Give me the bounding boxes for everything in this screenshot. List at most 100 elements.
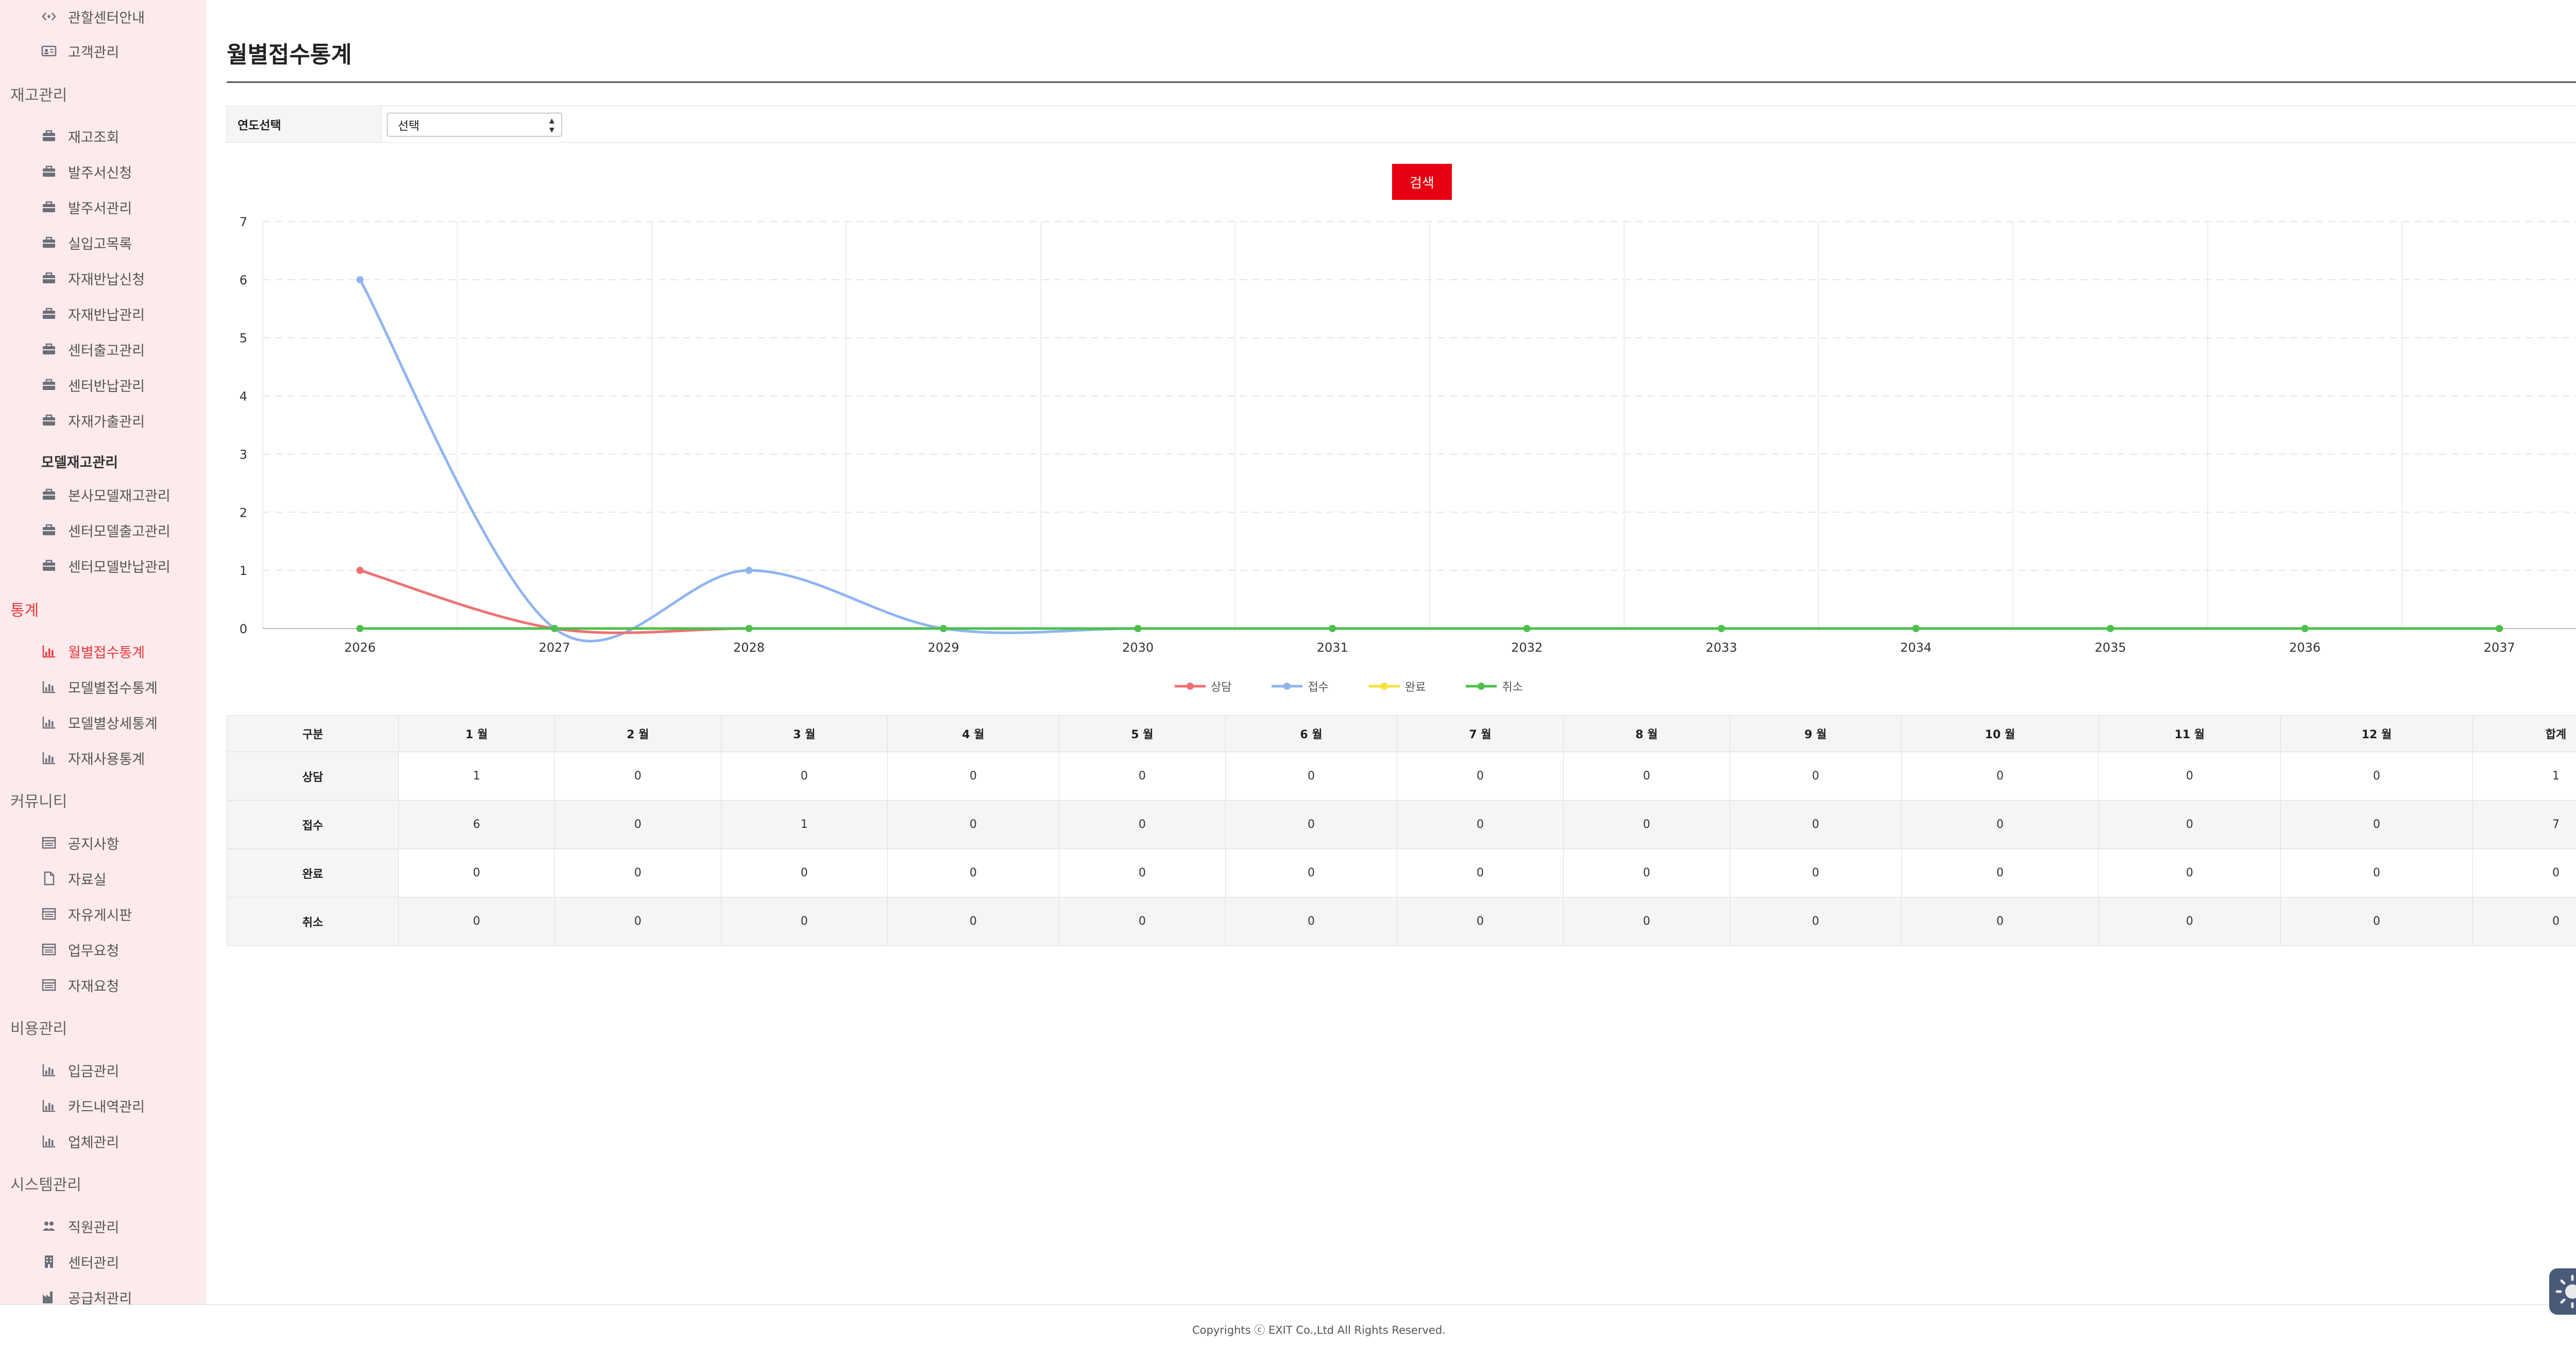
- table-cell: 0: [1563, 800, 1730, 849]
- sidebar-label: 센터모델출고관리: [68, 523, 171, 540]
- id-card-icon: [41, 43, 57, 59]
- bar-chart-icon: [41, 643, 57, 659]
- sidebar-item-0[interactable]: 관할센터안내: [0, 0, 206, 33]
- sidebar-label: 커뮤니티: [10, 793, 67, 811]
- sidebar-label: 공지사항: [68, 836, 120, 853]
- legend-item[interactable]: 취소: [1466, 678, 1523, 694]
- y-tick-label: 6: [240, 273, 247, 287]
- legend-label: 완료: [1404, 681, 1426, 694]
- table-row: 완료 0 0 0 0 0 0 0 0 0 0 0 0 0: [227, 848, 2576, 897]
- y-tick-label: 5: [240, 331, 247, 346]
- page-title: 월별접수통계: [227, 42, 352, 68]
- sidebar-item-23[interactable]: 자료실: [0, 862, 206, 895]
- briefcase-icon: [41, 235, 57, 250]
- data-point: [356, 567, 364, 574]
- table-cell: 0: [887, 848, 1059, 897]
- chart-grid: [262, 221, 2576, 629]
- settings-sun-icon: [2555, 1275, 2576, 1309]
- legend-item[interactable]: 완료: [1368, 678, 1426, 694]
- table-cell: 0: [2098, 848, 2281, 897]
- bar-chart-icon: [41, 750, 57, 766]
- sidebar-item-22[interactable]: 공지사항: [0, 826, 206, 859]
- bar-chart-icon: [41, 1133, 57, 1149]
- table-cell: 0: [721, 752, 888, 801]
- sidebar-item-19[interactable]: 모델별상세통계: [0, 706, 206, 739]
- column-header: 1 월: [398, 715, 555, 752]
- sidebar-item-33[interactable]: 센터관리: [0, 1245, 206, 1278]
- sidebar-item-6[interactable]: 실입고목록: [0, 226, 206, 259]
- legend-marker-icon: [1466, 683, 1497, 690]
- y-tick-label: 0: [240, 622, 247, 636]
- chart-legend: 상담 접수 완료 취소: [1175, 678, 1563, 694]
- briefcase-icon: [41, 306, 57, 321]
- table-cell: 0: [398, 897, 555, 946]
- sidebar-item-25[interactable]: 업무요청: [0, 933, 206, 966]
- sidebar-item-20[interactable]: 자재사용통계: [0, 741, 206, 774]
- legend-marker-icon: [1175, 683, 1206, 690]
- sidebar-subheader-12: 모델재고관리: [0, 445, 206, 478]
- sidebar-section-2: 재고관리: [0, 77, 206, 110]
- sidebar-item-9[interactable]: 센터출고관리: [0, 333, 206, 366]
- sidebar-item-7[interactable]: 자재반납신청: [0, 262, 206, 295]
- data-point: [356, 276, 364, 283]
- table-cell: 0: [1901, 897, 2099, 946]
- x-tick-label: 2027: [539, 640, 570, 655]
- sidebar-item-26[interactable]: 자재요청: [0, 969, 206, 1001]
- sidebar-label: 자재사용통계: [68, 751, 145, 768]
- x-tick-label: 2036: [2289, 640, 2320, 655]
- legend-label: 취소: [1502, 681, 1523, 694]
- sidebar-label: 발주서관리: [68, 200, 132, 217]
- x-tick-label: 2030: [1122, 640, 1154, 655]
- table-cell: 0: [1901, 800, 2099, 849]
- sidebar-item-29[interactable]: 카드내역관리: [0, 1089, 206, 1122]
- table-cell: 0: [1901, 752, 2099, 801]
- table-cell: 0: [1730, 752, 1902, 801]
- sidebar-item-4[interactable]: 발주서신청: [0, 155, 206, 188]
- sidebar-item-8[interactable]: 자재반납관리: [0, 297, 206, 330]
- sidebar-item-15[interactable]: 센터모델반납관리: [0, 549, 206, 582]
- sidebar-item-14[interactable]: 센터모델출고관리: [0, 514, 206, 547]
- sidebar-item-1[interactable]: 고객관리: [0, 35, 206, 67]
- settings-fab-button[interactable]: [2549, 1268, 2576, 1315]
- sidebar-label: 자료실: [68, 872, 107, 888]
- sidebar-label: 본사모델재고관리: [68, 488, 171, 504]
- sidebar-item-13[interactable]: 본사모델재고관리: [0, 478, 206, 511]
- sidebar-item-32[interactable]: 직원관리: [0, 1210, 206, 1243]
- data-point: [1718, 625, 1725, 632]
- sidebar-item-28[interactable]: 입금관리: [0, 1054, 206, 1087]
- line-chart: 0 1 2 3 4 5 6 7 2026 2027 2028 2029 2030 2031 2032 2033…: [240, 215, 2576, 655]
- data-point: [1134, 625, 1142, 632]
- sidebar-label: 재고조회: [68, 129, 120, 146]
- sidebar-item-11[interactable]: 자재가출관리: [0, 404, 206, 437]
- search-button[interactable]: 검색: [1392, 164, 1452, 200]
- column-header: 8 월: [1563, 715, 1730, 752]
- sidebar-section-21: 커뮤니티: [0, 784, 206, 817]
- sidebar-item-3[interactable]: 재고조회: [0, 120, 206, 152]
- legend-label: 접수: [1308, 681, 1329, 694]
- table-cell: 0: [2280, 897, 2473, 946]
- sidebar-label: 자유게시판: [68, 907, 132, 924]
- column-header: 합계: [2472, 715, 2576, 752]
- table-cell: 0: [887, 752, 1059, 801]
- table-cell: 0: [1225, 800, 1397, 849]
- sidebar-item-5[interactable]: 발주서관리: [0, 191, 206, 224]
- sidebar-item-24[interactable]: 자유게시판: [0, 897, 206, 930]
- sidebar-item-17[interactable]: 월별접수통계: [0, 635, 206, 668]
- filter-bar: 연도선택 선택 ▴ ▾: [227, 106, 2576, 143]
- sidebar-item-30[interactable]: 업체관리: [0, 1125, 206, 1158]
- legend-item[interactable]: 상담: [1175, 678, 1231, 694]
- column-header: 4 월: [887, 715, 1059, 752]
- sidebar-label: 고객관리: [68, 44, 120, 61]
- sidebar-item-18[interactable]: 모델별접수통계: [0, 670, 206, 703]
- sidebar-label: 자재반납관리: [68, 307, 145, 324]
- legend-item[interactable]: 접수: [1272, 678, 1329, 694]
- column-header: 6 월: [1225, 715, 1397, 752]
- sidebar-label: 자재요청: [68, 978, 120, 995]
- sidebar-item-34[interactable]: 공급처관리: [0, 1281, 206, 1304]
- briefcase-icon: [41, 558, 57, 573]
- table-cell: 0: [1059, 800, 1226, 849]
- year-select[interactable]: 선택 ▴ ▾: [387, 113, 562, 137]
- sidebar-item-10[interactable]: 센터반납관리: [0, 368, 206, 401]
- x-tick-label: 2031: [1317, 640, 1348, 655]
- sidebar-label: 센터출고관리: [68, 343, 145, 359]
